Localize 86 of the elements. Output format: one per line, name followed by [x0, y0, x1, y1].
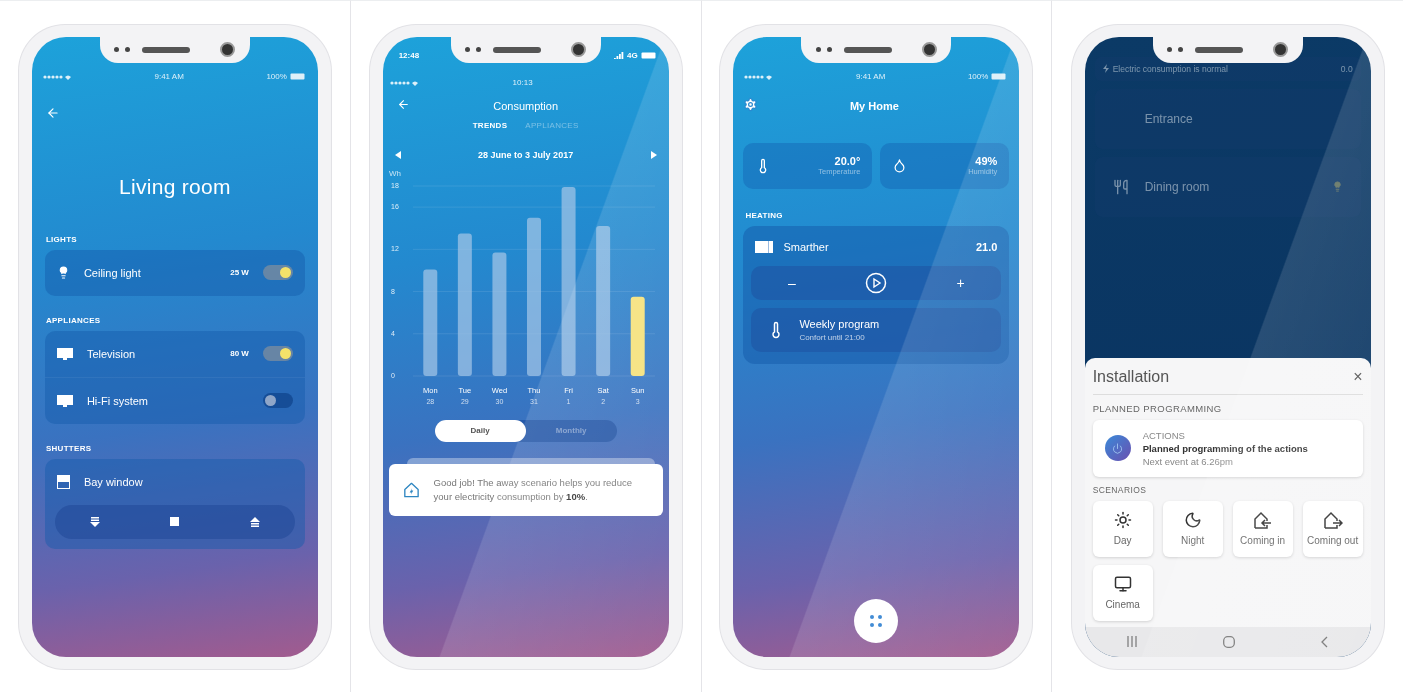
battery-icon [991, 73, 1008, 80]
settings-button[interactable] [743, 97, 759, 112]
power-reading: 25 W [230, 268, 249, 277]
network-type: 4G [626, 51, 638, 60]
power-icon [1104, 435, 1131, 461]
back-button[interactable] [1320, 635, 1328, 648]
device-name: Ceiling light [83, 266, 142, 279]
shutter-up-button[interactable] [249, 516, 260, 527]
close-button[interactable]: × [1353, 367, 1363, 386]
scenario-button[interactable]: Cinema [1092, 564, 1153, 621]
battery-icon [640, 52, 657, 59]
status-time: 9:41 AM [154, 72, 184, 81]
axis-label: Wh [388, 168, 401, 178]
bulb-icon [1331, 181, 1343, 192]
moon-icon [1183, 511, 1202, 529]
thermostat-icon [755, 240, 774, 253]
status-time: 9:41 AM [855, 72, 886, 81]
signal-bars-icon [613, 52, 624, 59]
sheet-title: Installation [1092, 367, 1170, 386]
consumption-reading: 0.0 [1340, 63, 1353, 74]
scenario-button[interactable]: Coming in [1232, 500, 1293, 557]
signal-icon [41, 73, 72, 80]
sun-icon [1113, 511, 1132, 529]
tab[interactable]: TRENDS [472, 120, 508, 130]
house-enter-icon [1252, 511, 1273, 529]
next-button[interactable] [650, 150, 657, 159]
battery-level: 100% [967, 72, 989, 81]
alert-text: Electric consumption is normal [1112, 63, 1229, 74]
room-name: Entrance [1144, 111, 1194, 126]
program-title: Weekly program [799, 317, 880, 330]
device-name: Bay window [83, 475, 144, 488]
house-exit-icon [1322, 511, 1343, 529]
section-heading: HEATING [745, 210, 784, 220]
device-name: Television [86, 347, 137, 360]
tv-icon [56, 394, 73, 407]
scenario-button[interactable]: Coming out [1302, 500, 1363, 557]
toggle-switch[interactable] [262, 346, 293, 361]
shutter-icon [56, 474, 70, 489]
reading-value: 49% [975, 155, 998, 167]
bolt-icon [1102, 64, 1109, 73]
program-detail: Confort until 21:00 [799, 332, 866, 342]
tv-icon [56, 347, 73, 360]
battery-level: 100% [266, 72, 287, 81]
back-button[interactable] [45, 105, 60, 120]
action-title: Planned programming of the actions [1142, 442, 1308, 454]
period-option[interactable]: Daily [434, 419, 526, 442]
scenario-button[interactable]: Night [1162, 500, 1223, 557]
power-reading: 80 W [230, 349, 249, 358]
utensils-icon [1112, 178, 1129, 195]
battery-icon [289, 73, 306, 80]
section-heading: LIGHTS [45, 234, 78, 244]
device-name: Hi-Fi system [86, 394, 149, 407]
status-time: 12:48 [398, 51, 420, 60]
action-category: ACTIONS [1142, 429, 1186, 441]
toggle-switch[interactable] [262, 265, 293, 280]
home-button[interactable] [1223, 635, 1236, 648]
monitor-icon [1113, 575, 1132, 593]
room-name: Dining room [1144, 179, 1211, 194]
signal-icon [743, 73, 774, 80]
section-heading: APPLIANCES [45, 315, 102, 325]
recent-apps-button[interactable] [1127, 636, 1138, 647]
screen-title: My Home [849, 99, 899, 112]
shutter-down-button[interactable] [90, 516, 101, 527]
room-title: Living room [117, 174, 232, 199]
section-heading: PLANNED PROGRAMMING [1092, 402, 1223, 414]
section-heading: SHUTTERS [45, 443, 93, 453]
action-card[interactable]: ACTIONS Planned programming of the actions Next event at 6.26pm [1092, 419, 1363, 477]
signal-icon [388, 79, 419, 86]
stop-button[interactable] [170, 517, 180, 526]
status-time: 10:13 [512, 78, 533, 87]
increase-button[interactable]: + [952, 274, 969, 291]
previous-button[interactable] [394, 150, 401, 159]
date-range: 28 June to 3 July 2017 [478, 149, 574, 160]
scenario-button[interactable]: Day [1092, 500, 1153, 557]
section-heading: SCENARIOS [1092, 484, 1148, 495]
screen-title: Consumption [493, 99, 559, 112]
tip-text: Good job! The away scenario helps you reduce your electricity consumption by 10%. [433, 475, 633, 504]
dots-grid-icon [869, 613, 884, 628]
back-button[interactable] [396, 98, 410, 111]
play-button[interactable] [865, 271, 888, 294]
action-detail: Next event at 6.26pm [1142, 455, 1234, 467]
reading-value: 20.0° [834, 155, 861, 167]
decrease-button[interactable]: – [784, 274, 800, 291]
toggle-switch[interactable] [262, 393, 293, 408]
device-name: Smarther [783, 240, 830, 253]
setpoint: 21.0 [975, 240, 998, 253]
